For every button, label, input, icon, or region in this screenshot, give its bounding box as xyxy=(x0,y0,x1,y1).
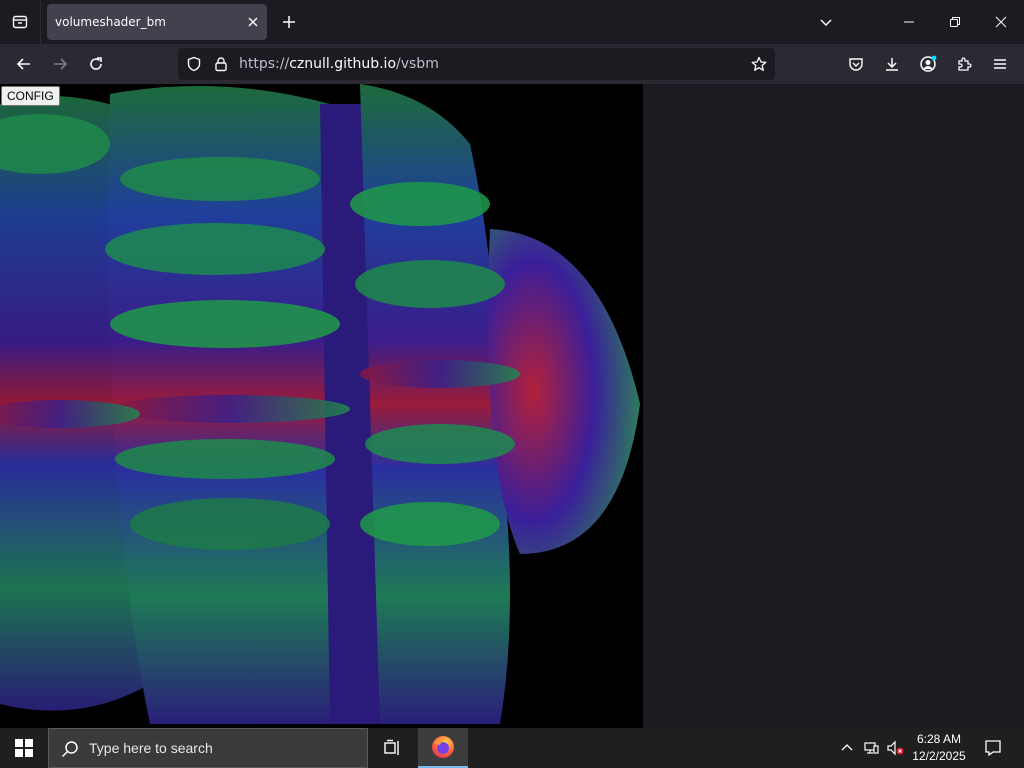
star-icon xyxy=(751,56,767,71)
render-canvas[interactable]: CONFIG xyxy=(0,84,643,728)
app-menu-button[interactable] xyxy=(984,48,1016,80)
hamburger-menu-icon xyxy=(994,59,1006,69)
close-icon xyxy=(248,17,258,27)
volume-shader-render xyxy=(0,84,640,724)
tab-overflow-button[interactable] xyxy=(803,0,849,44)
close-icon xyxy=(995,16,1007,28)
show-hidden-icons-button[interactable] xyxy=(835,728,859,768)
arrow-left-icon xyxy=(16,58,30,70)
arrow-right-icon xyxy=(54,58,68,70)
clock-date: 12/2/2025 xyxy=(912,749,966,763)
downloads-button[interactable] xyxy=(876,48,908,80)
volume-tray-button[interactable] xyxy=(883,728,907,768)
url-text[interactable]: https://cznull.github.io/vsbm xyxy=(239,48,439,80)
page-content: CONFIG xyxy=(0,84,1024,728)
config-button[interactable]: CONFIG xyxy=(1,86,60,106)
search-placeholder: Type here to search xyxy=(89,740,213,756)
start-button[interactable] xyxy=(0,728,48,768)
pocket-icon xyxy=(849,58,863,71)
restore-button[interactable] xyxy=(932,0,978,44)
lock-icon[interactable] xyxy=(213,56,229,76)
plus-icon xyxy=(283,16,295,28)
minimize-icon xyxy=(904,21,914,23)
url-host: cznull.github.io xyxy=(289,56,397,72)
taskbar-clock[interactable]: 6:28 AM 12/2/2025 xyxy=(906,728,972,768)
extensions-button[interactable] xyxy=(948,48,980,80)
volume-muted-icon xyxy=(887,740,904,756)
account-button[interactable] xyxy=(912,48,944,80)
tab-title: volumeshader_bm xyxy=(55,15,166,29)
shield-icon[interactable] xyxy=(186,56,202,76)
back-button[interactable] xyxy=(8,48,40,80)
firefox-icon xyxy=(432,736,454,758)
restore-icon xyxy=(950,17,960,27)
close-window-button[interactable] xyxy=(978,0,1024,44)
tab-strip: volumeshader_bm xyxy=(0,0,1024,44)
taskbar-firefox-button[interactable] xyxy=(418,728,468,768)
windows-logo-icon xyxy=(15,739,33,757)
minimize-button[interactable] xyxy=(886,0,932,44)
task-view-icon xyxy=(384,739,399,755)
download-icon xyxy=(886,58,898,71)
chevron-down-icon xyxy=(820,19,832,27)
reload-button[interactable] xyxy=(80,48,112,80)
bookmark-star-button[interactable] xyxy=(751,56,767,76)
account-icon xyxy=(920,55,937,72)
network-tray-button[interactable] xyxy=(859,728,883,768)
reload-icon xyxy=(90,57,102,70)
search-icon xyxy=(61,740,79,762)
list-all-tabs-button[interactable] xyxy=(0,0,40,44)
notification-icon xyxy=(985,740,1001,757)
address-bar[interactable]: https://cznull.github.io/vsbm xyxy=(178,48,775,80)
taskbar-search-box[interactable]: Type here to search xyxy=(48,728,368,768)
tab-list-icon xyxy=(12,15,28,29)
new-tab-button[interactable] xyxy=(275,8,303,36)
chevron-up-icon xyxy=(841,744,853,751)
pocket-button[interactable] xyxy=(840,48,872,80)
url-path: /vsbm xyxy=(396,56,439,72)
clock-time: 6:28 AM xyxy=(916,732,962,746)
url-scheme: https:// xyxy=(239,56,290,72)
navigation-toolbar: https://cznull.github.io/vsbm xyxy=(0,44,1024,84)
close-tab-button[interactable] xyxy=(239,8,267,36)
forward-button[interactable] xyxy=(44,48,76,80)
puzzle-icon xyxy=(958,57,972,71)
action-center-button[interactable] xyxy=(978,728,1008,768)
windows-taskbar: Type here to search 6:28 AM 12/2/2025 xyxy=(0,728,1024,768)
task-view-button[interactable] xyxy=(370,728,414,768)
tab-separator xyxy=(40,0,41,44)
network-icon xyxy=(864,742,879,754)
tab-volumeshader[interactable]: volumeshader_bm xyxy=(47,4,267,40)
